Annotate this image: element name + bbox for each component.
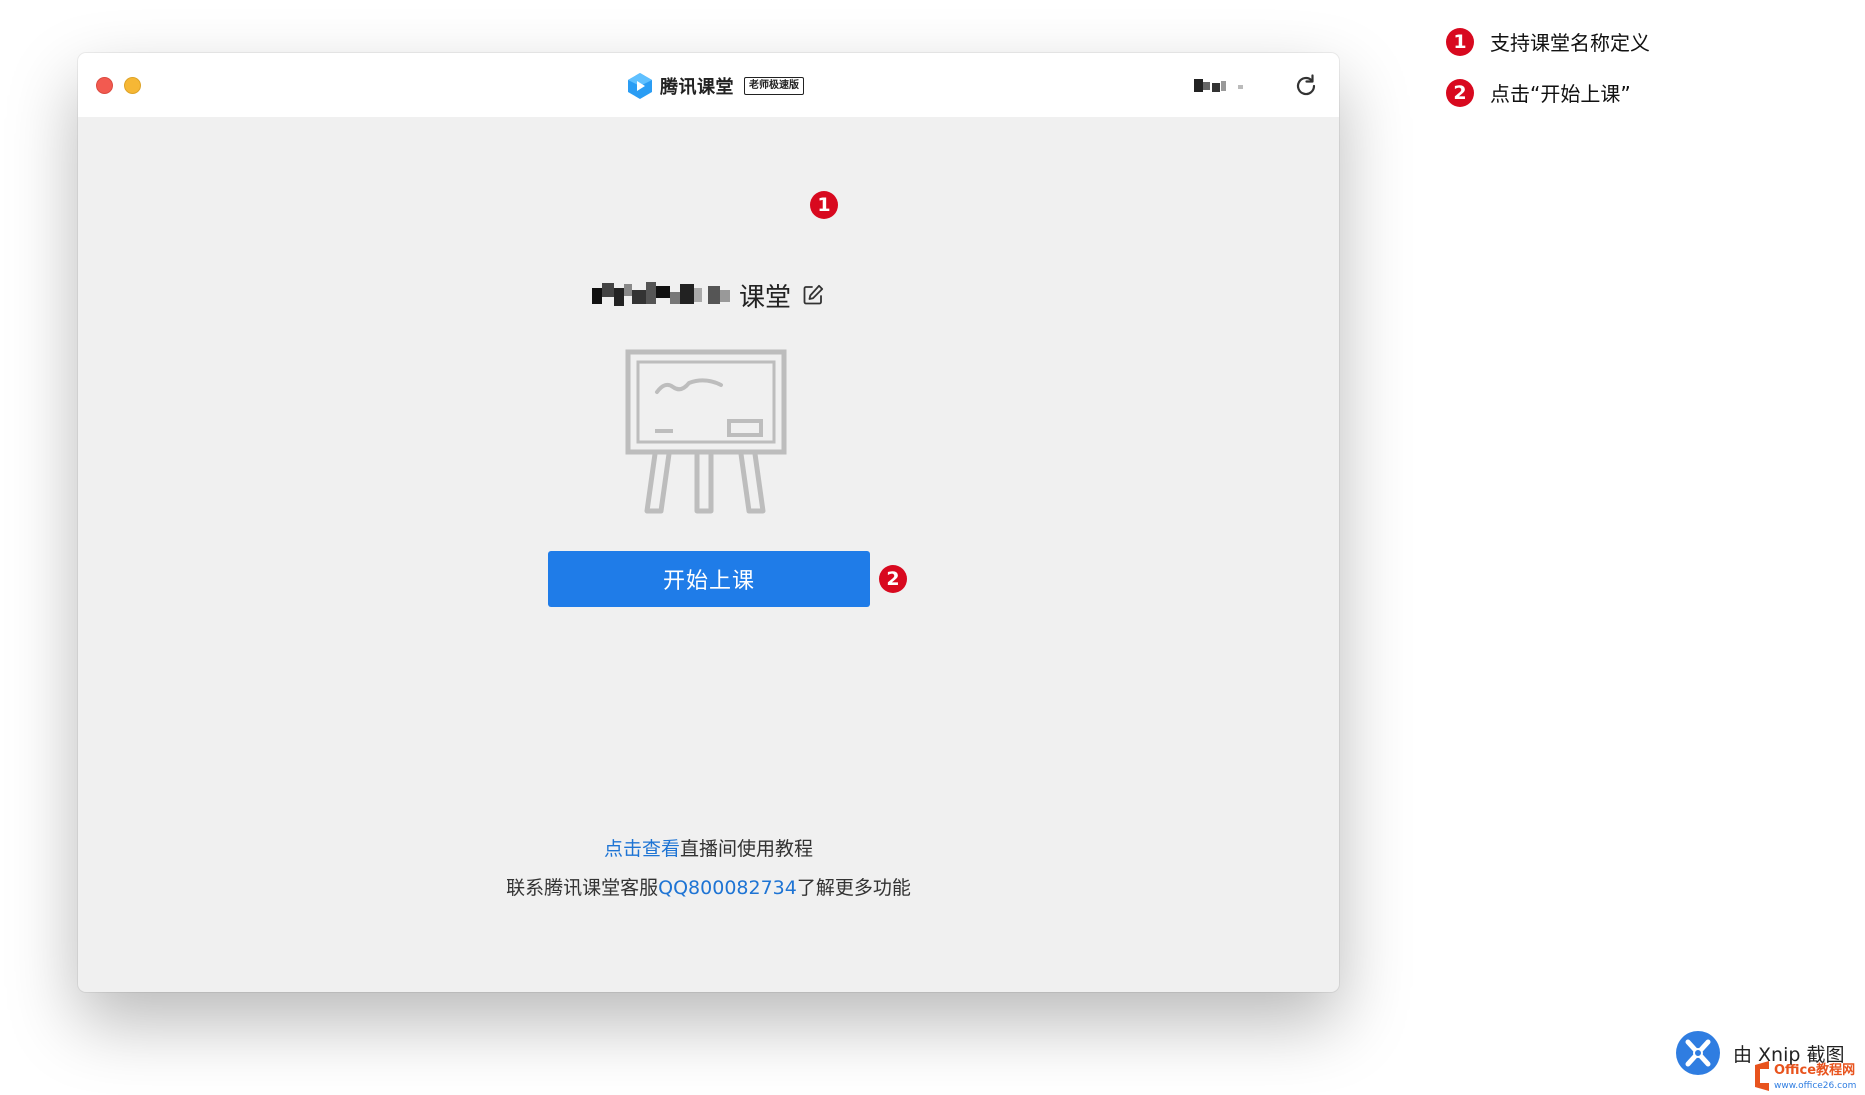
tencent-classroom-logo-icon — [628, 73, 652, 99]
view-tutorial-link[interactable]: 点击查看 — [604, 838, 680, 860]
edition-badge: 老师极速版 — [744, 77, 804, 95]
legend-text-2: 点击“开始上课” — [1490, 82, 1631, 106]
course-name-blurred — [591, 280, 733, 310]
legend-text-1: 支持课堂名称定义 — [1490, 31, 1650, 55]
course-title-row: 课堂 — [78, 275, 1339, 315]
refresh-icon[interactable] — [1293, 73, 1319, 99]
app-name: 腾讯课堂 — [660, 77, 734, 98]
legend-marker-2: 2 — [1446, 78, 1474, 107]
support-prefix-text: 联系腾讯课堂客服 — [506, 877, 659, 899]
step-marker-2: 2 — [879, 565, 907, 593]
close-window-button[interactable] — [96, 77, 113, 94]
office-tutorial-watermark: Office教程网 www.office26.com — [1755, 1061, 1856, 1091]
office-line1-text: Office教程网 — [1774, 1062, 1855, 1078]
title-bar: 腾讯课堂 老师极速版 — [78, 53, 1339, 117]
tutorial-text: 直播间使用教程 — [680, 838, 814, 860]
user-avatar-blurred[interactable] — [1194, 78, 1254, 94]
edit-icon[interactable] — [801, 283, 825, 307]
start-class-button[interactable]: 开始上课 — [548, 551, 870, 607]
support-qq-link[interactable]: QQ800082734 — [658, 877, 797, 899]
minimize-window-button[interactable] — [124, 77, 141, 94]
legend-item-2: 2 点击“开始上课” — [1446, 78, 1631, 107]
app-window: 腾讯课堂 老师极速版 课堂 1 开始上课 2 点击查看直播间使用教程 联系腾讯课… — [78, 53, 1339, 992]
step-marker-1: 1 — [810, 191, 838, 219]
support-suffix-text: 了解更多功能 — [796, 877, 911, 899]
legend-marker-1: 1 — [1446, 27, 1474, 56]
xnip-logo-icon — [1676, 1031, 1720, 1075]
whiteboard-easel-icon — [625, 349, 787, 514]
support-help-line: 联系腾讯课堂客服QQ800082734了解更多功能 — [78, 873, 1339, 900]
legend-item-1: 1 支持课堂名称定义 — [1446, 27, 1650, 56]
tutorial-help-line: 点击查看直播间使用教程 — [78, 834, 1339, 861]
app-brand: 腾讯课堂 老师极速版 — [626, 72, 804, 100]
office-line2-text: www.office26.com — [1774, 1081, 1856, 1091]
course-title: 课堂 — [738, 282, 791, 313]
